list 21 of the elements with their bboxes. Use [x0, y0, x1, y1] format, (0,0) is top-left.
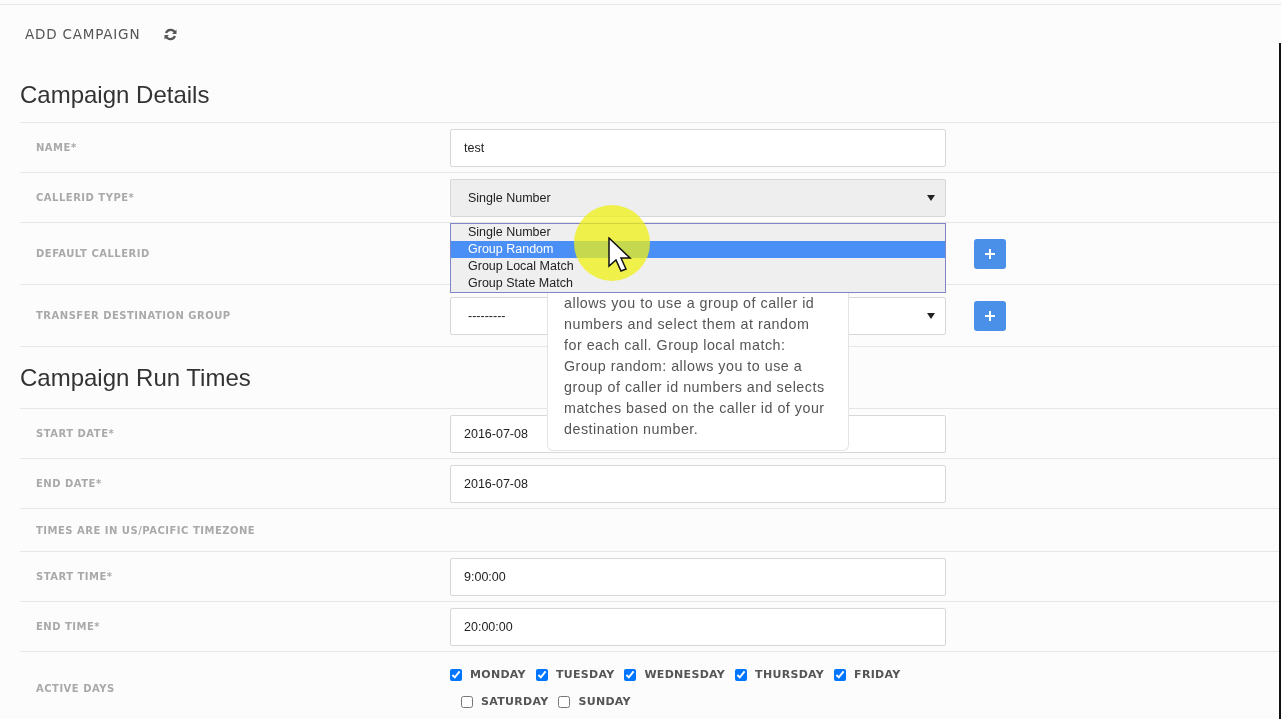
day-label: WEDNESDAY [644, 668, 726, 681]
field-label: START DATE* [35, 428, 116, 439]
day-label: THURSDAY [755, 668, 825, 681]
field-label: END DATE* [35, 478, 103, 489]
field-label: DEFAULT CALLERID [35, 248, 151, 259]
page-title: ADD CAMPAIGN [25, 26, 141, 42]
field-label: ACTIVE DAYS [35, 682, 116, 694]
field-label: TIMES ARE IN US/PACIFIC TIMEZONE [35, 524, 257, 536]
field-label: NAME* [35, 142, 78, 153]
day-label: FRIDAY [854, 668, 901, 681]
section-heading: Campaign Details [20, 80, 210, 110]
field-label: CALLERID TYPE* [35, 192, 136, 203]
day-label: SUNDAY [578, 695, 631, 708]
day-label: TUESDAY [555, 668, 615, 681]
field-label: START TIME* [35, 571, 114, 582]
field-label: END TIME* [35, 621, 102, 632]
field-label: TRANSFER DESTINATION GROUP [35, 310, 232, 321]
section-heading: Campaign Run Times [20, 363, 251, 393]
day-label: SATURDAY [481, 695, 549, 708]
day-label: MONDAY [470, 668, 526, 681]
tooltip: allows you to use a group of caller id numbers and select them at random for each call. Group local match: Group random: allows you to use a group of caller id numbers and selects matches based on the caller id of your destination number. [547, 292, 849, 451]
